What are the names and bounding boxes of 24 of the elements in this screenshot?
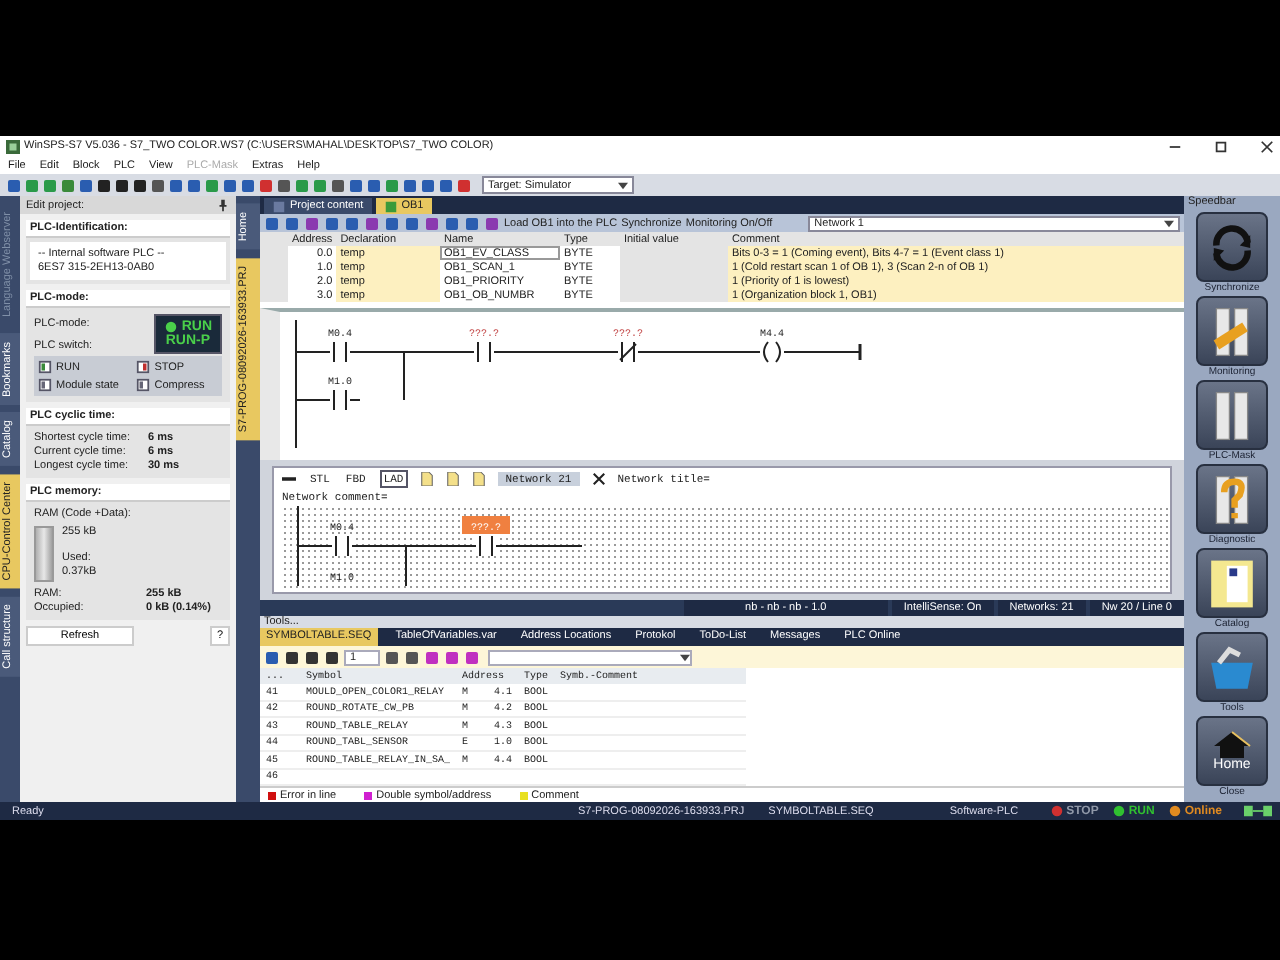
network-icon [1244, 804, 1272, 818]
switch-icon [38, 360, 52, 374]
contact-symbol [332, 535, 352, 557]
speedbar-button[interactable] [1196, 380, 1268, 450]
led-icon [163, 320, 178, 334]
catalog-icon [1206, 557, 1258, 609]
switch-icon [136, 360, 151, 374]
caret-icon [680, 653, 690, 661]
maximize-icon[interactable] [1214, 139, 1228, 153]
block-icon [272, 199, 286, 213]
house-icon [1212, 730, 1252, 758]
speedbar-button[interactable] [1196, 296, 1268, 366]
speedbar-button[interactable] [1196, 548, 1268, 618]
coil-symbol [760, 341, 784, 363]
contact-symbol [476, 535, 496, 557]
speedbar-button[interactable] [1196, 464, 1268, 534]
app-icon [6, 139, 20, 153]
block-icon [383, 199, 398, 213]
caret-icon [1164, 219, 1174, 227]
toolbox-icon [1206, 641, 1258, 693]
speedbar-button[interactable] [1196, 632, 1268, 702]
pin-icon[interactable] [216, 198, 230, 212]
caret-icon [618, 181, 628, 189]
minus-icon[interactable] [282, 471, 296, 485]
